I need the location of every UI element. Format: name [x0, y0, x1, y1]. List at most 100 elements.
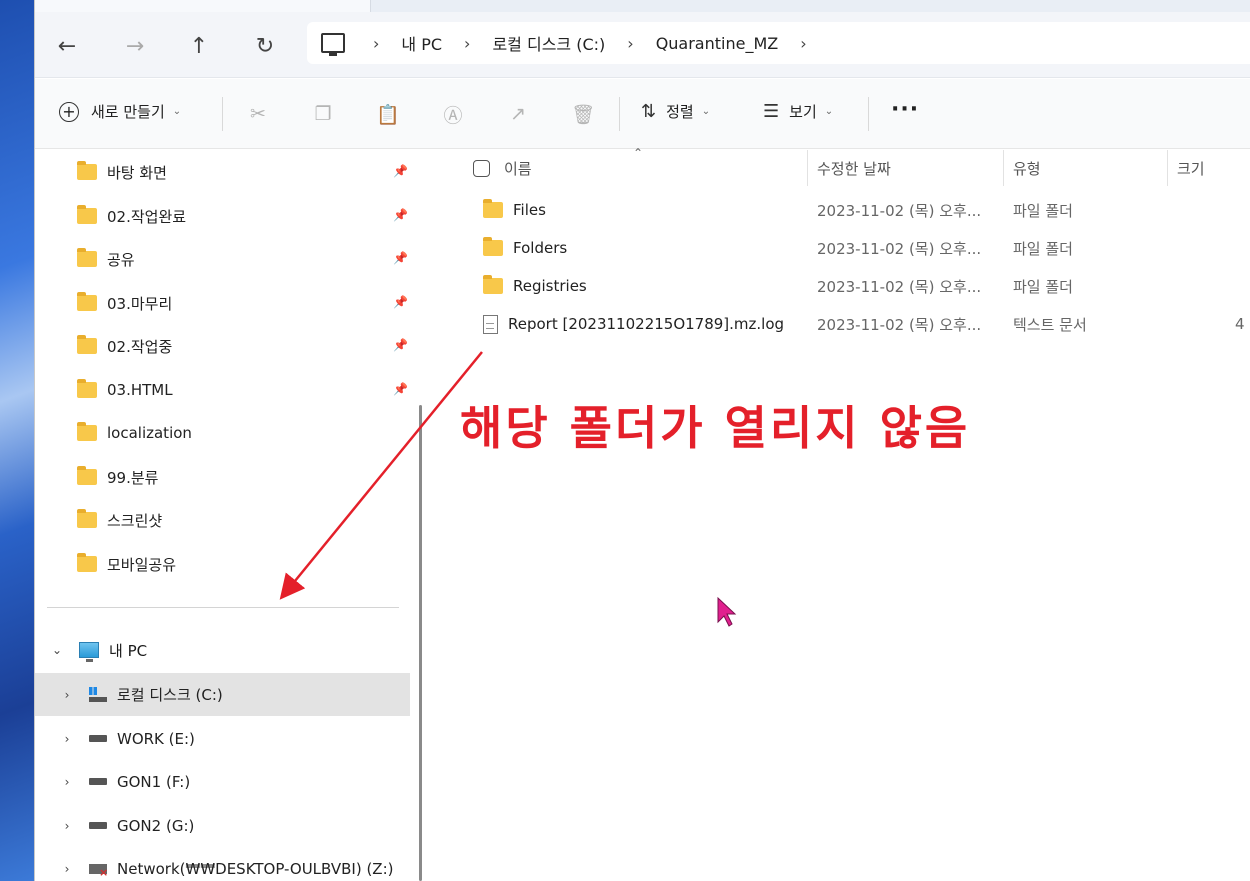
sidebar-item-share[interactable]: 공유 [77, 245, 135, 273]
sidebar-item-drive-f[interactable]: › GON1 (F:) [35, 760, 410, 803]
active-tab[interactable] [35, 0, 371, 12]
plus-icon: + [59, 101, 79, 122]
pin-icon[interactable]: 📌 [393, 208, 408, 222]
sort-button[interactable]: ⇅ 정렬 ⌄ [641, 101, 710, 122]
table-row[interactable]: Files 2023-11-02 (목) 오후... 파일 폴더 [435, 192, 1250, 228]
separator [222, 97, 223, 131]
pin-icon[interactable]: 📌 [393, 338, 408, 352]
sidebar-item-localization[interactable]: localization [77, 419, 192, 447]
sidebar-item-finish[interactable]: 03.마무리 [77, 289, 172, 317]
table-row[interactable]: Folders 2023-11-02 (목) 오후... 파일 폴더 [435, 230, 1250, 266]
chevron-right-icon[interactable]: › [59, 862, 75, 876]
new-button[interactable]: + 새로 만들기 ⌄ [59, 101, 181, 122]
separator [868, 97, 869, 131]
chevron-down-icon: ⌄ [172, 106, 182, 117]
chevron-down-icon: ⌄ [824, 106, 834, 117]
sidebar-scrollbar[interactable] [419, 405, 422, 881]
table-row[interactable]: Registries 2023-11-02 (목) 오후... 파일 폴더 [435, 268, 1250, 304]
sidebar-item-html[interactable]: 03.HTML [77, 376, 173, 404]
sidebar-item-my-pc[interactable]: ⌄ 내 PC [49, 636, 147, 664]
chevron-right-icon: › [373, 33, 380, 53]
chevron-down-icon: ⌄ [701, 106, 711, 117]
folder-icon [77, 248, 97, 267]
monitor-icon [79, 642, 99, 662]
folder-icon [77, 205, 97, 224]
separator [619, 97, 620, 131]
command-bar: + 새로 만들기 ⌄ ✂ ❐ 📋 Ⓐ ↗ 🗑 ⇅ 정렬 ⌄ ☰ 보기 ⌄ ··· [35, 79, 1250, 149]
folder-icon [77, 379, 97, 398]
folder-icon [483, 199, 503, 218]
column-header-name[interactable]: 이름 [473, 150, 532, 186]
back-button[interactable]: ← [49, 28, 85, 64]
folder-icon [77, 553, 97, 572]
breadcrumb-my-pc[interactable]: 내 PC [401, 31, 442, 55]
column-separator[interactable] [807, 150, 808, 186]
folder-icon [483, 237, 503, 256]
folder-icon [77, 422, 97, 441]
column-header-size[interactable]: 크기 [1177, 150, 1205, 186]
breadcrumb-local-disk[interactable]: 로컬 디스크 (C:) [492, 31, 605, 55]
up-button[interactable]: ↑ [181, 28, 217, 64]
column-separator[interactable] [1167, 150, 1168, 186]
table-row[interactable]: Report [20231102215O1789].mz.log 2023-11… [435, 306, 1250, 342]
refresh-button[interactable]: ↻ [247, 28, 283, 64]
breadcrumb-quarantine[interactable]: Quarantine_MZ [656, 34, 779, 53]
drive-icon [89, 778, 107, 785]
sidebar-item-mobile-share[interactable]: 모바일공유 [77, 550, 176, 578]
chevron-right-icon: › [464, 33, 471, 53]
pin-icon[interactable]: 📌 [393, 251, 408, 265]
share-icon[interactable]: ↗ [505, 101, 531, 127]
navigation-pane: 바탕 화면 📌 02.작업완료 📌 공유 📌 03.마무리 📌 02.작업중 📌… [35, 150, 419, 881]
drive-icon [89, 735, 107, 742]
chevron-right-icon[interactable]: › [800, 34, 806, 53]
chevron-down-icon[interactable]: ⌄ [49, 643, 65, 657]
sort-ascending-icon: ⌃ [633, 146, 644, 160]
sidebar-item-drive-e[interactable]: › WORK (E:) [35, 717, 410, 760]
column-separator[interactable] [1003, 150, 1004, 186]
navigation-row: ← → ↑ ↻ › 내 PC › 로컬 디스크 (C:) › Quarantin… [35, 12, 1250, 78]
column-header-type[interactable]: 유형 [1013, 150, 1041, 186]
drive-icon [89, 822, 107, 829]
list-view-icon: ☰ [763, 101, 780, 122]
text-document-icon [483, 314, 498, 334]
sidebar-item-working[interactable]: 02.작업중 [77, 332, 172, 360]
delete-icon[interactable]: 🗑 [570, 101, 596, 127]
sidebar-item-screenshots[interactable]: 스크린샷 [77, 506, 162, 534]
chevron-right-icon[interactable]: › [59, 732, 75, 746]
view-button[interactable]: ☰ 보기 ⌄ [763, 101, 833, 122]
annotation-text: 해당 폴더가 열리지 않음 [460, 401, 971, 455]
sidebar-item-desktop[interactable]: 바탕 화면 [77, 158, 167, 186]
folder-icon [77, 509, 97, 528]
chevron-right-icon[interactable]: › [59, 775, 75, 789]
desktop-wallpaper [0, 0, 34, 881]
sidebar-divider [47, 607, 399, 608]
sidebar-item-work-done[interactable]: 02.작업완료 [77, 202, 186, 230]
sidebar-item-classify[interactable]: 99.분류 [77, 463, 158, 491]
sidebar-item-drive-z[interactable]: › Network(₩₩DESKTOP-OULBVBI) (Z:) [35, 847, 410, 881]
file-list: ⌃ 이름 수정한 날짜 유형 크기 Files 2023-11-02 (목) 오… [435, 146, 1250, 881]
rename-icon[interactable]: Ⓐ [440, 101, 466, 127]
copy-icon[interactable]: ❐ [310, 101, 336, 127]
forward-button[interactable]: → [117, 28, 153, 64]
pin-icon[interactable]: 📌 [393, 382, 408, 396]
chevron-right-icon[interactable]: › [59, 688, 75, 702]
select-all-checkbox[interactable] [473, 159, 490, 177]
folder-icon [483, 275, 503, 294]
column-header-date[interactable]: 수정한 날짜 [817, 150, 891, 186]
network-drive-icon [89, 863, 108, 879]
pin-icon[interactable]: 📌 [393, 295, 408, 309]
cut-icon[interactable]: ✂ [245, 101, 271, 127]
chevron-right-icon[interactable]: › [59, 819, 75, 833]
tab-strip [35, 0, 1250, 12]
sidebar-item-drive-g[interactable]: › GON2 (G:) [35, 804, 410, 847]
folder-icon [77, 292, 97, 311]
more-options-button[interactable]: ··· [891, 97, 919, 122]
pin-icon[interactable]: 📌 [393, 164, 408, 178]
sort-icon: ⇅ [641, 101, 657, 122]
paste-icon[interactable]: 📋 [375, 101, 401, 127]
address-bar[interactable]: › 내 PC › 로컬 디스크 (C:) › Quarantine_MZ › [307, 22, 1250, 64]
windows-drive-icon [89, 686, 107, 703]
sidebar-item-drive-c[interactable]: › 로컬 디스크 (C:) [35, 673, 410, 716]
folder-icon [77, 466, 97, 485]
computer-icon [321, 33, 345, 56]
